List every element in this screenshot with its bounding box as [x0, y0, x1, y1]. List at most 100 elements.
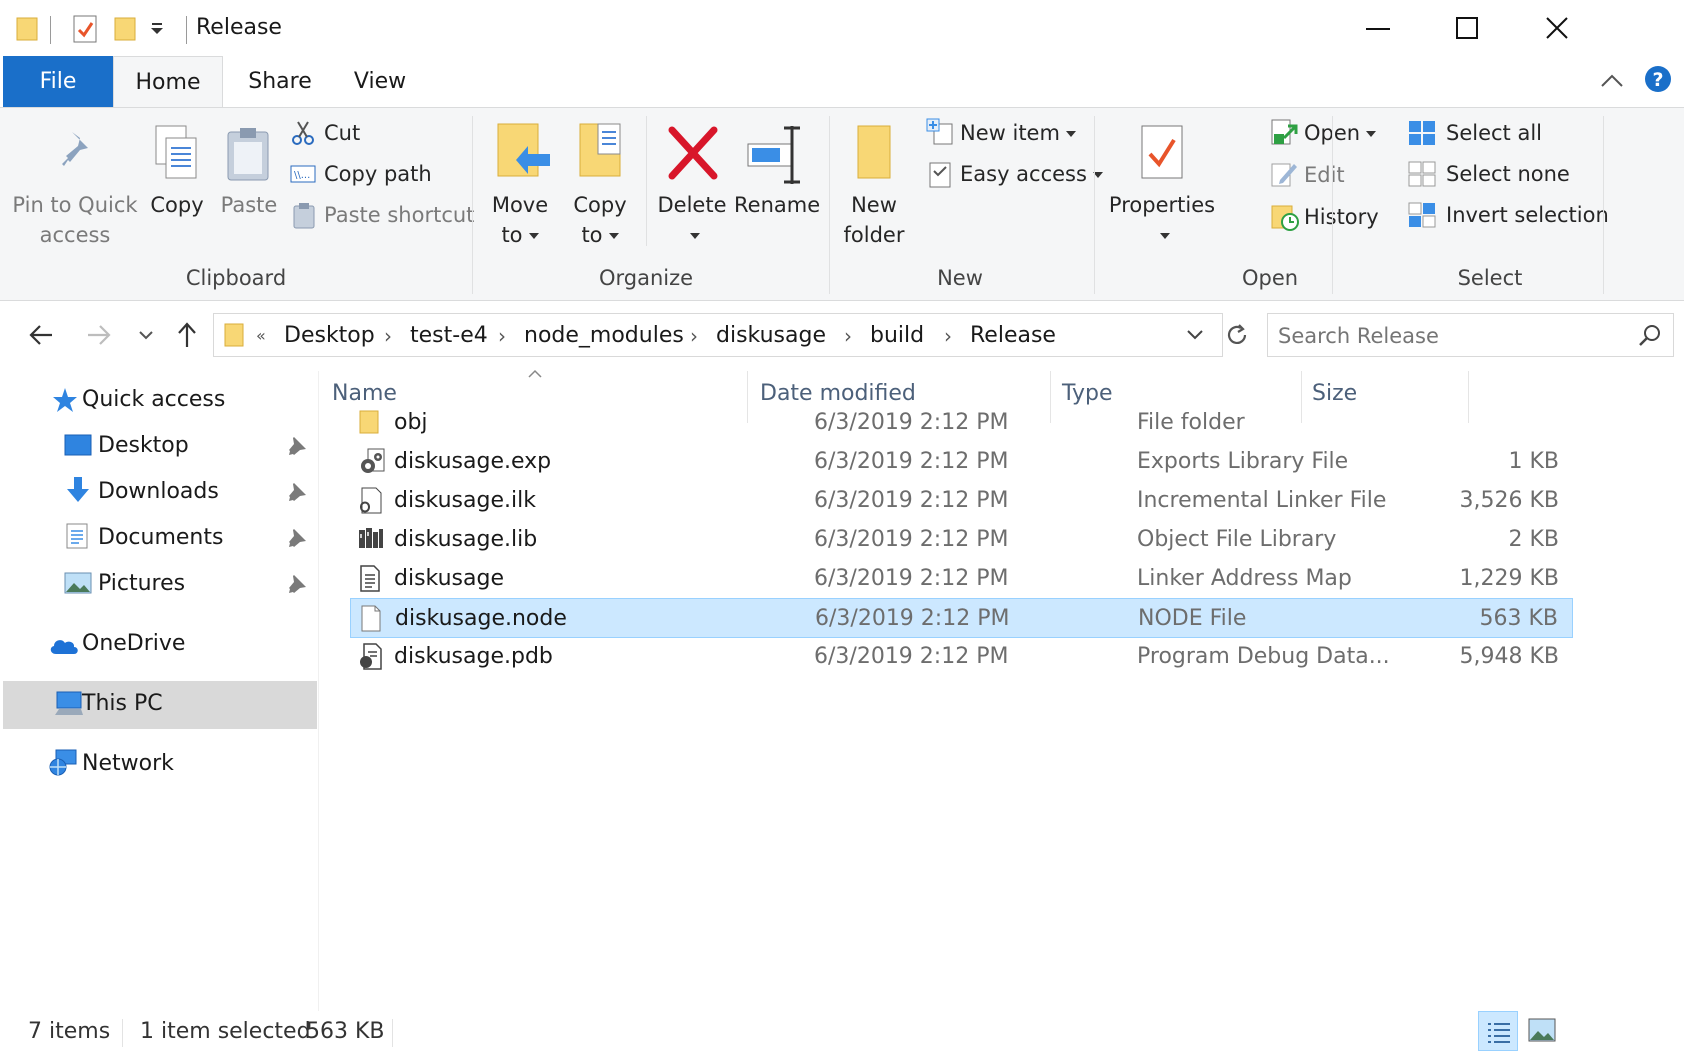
tab-view[interactable]: View — [335, 56, 425, 108]
folder-icon — [358, 409, 382, 435]
open-button[interactable]: Open — [1270, 118, 1377, 148]
paste-button[interactable]: Paste — [214, 120, 284, 220]
close-button[interactable] — [1516, 0, 1608, 56]
edit-button[interactable]: Edit — [1270, 160, 1345, 190]
chevron-down-icon — [528, 233, 539, 239]
pin-icon[interactable] — [288, 483, 306, 501]
paste-shortcut-button[interactable]: Paste shortcut — [290, 200, 474, 230]
properties-icon[interactable] — [72, 14, 98, 44]
file-name: diskusage.exp — [394, 449, 552, 474]
table-row[interactable]: diskusage.pdb 6/3/2019 2:12 PM Program D… — [350, 637, 1573, 677]
collapse-ribbon-icon[interactable] — [1600, 74, 1624, 88]
pin-icon[interactable] — [288, 437, 306, 455]
delete-button[interactable]: Delete — [654, 120, 730, 250]
nav-downloads[interactable]: Downloads — [0, 469, 314, 515]
file-name: diskusage.lib — [394, 527, 538, 552]
forward-icon[interactable] — [86, 323, 112, 347]
search-input[interactable] — [1276, 320, 1620, 352]
breadcrumb-build[interactable]: build — [870, 322, 924, 350]
file-date: 6/3/2019 2:12 PM — [815, 606, 1010, 631]
tab-file[interactable]: File — [3, 56, 113, 108]
file-size: 5,948 KB — [1459, 644, 1560, 669]
select-none-button[interactable]: Select none — [1408, 159, 1570, 189]
delete-label: Delete — [657, 193, 727, 217]
minimize-button[interactable] — [1332, 0, 1424, 56]
copy-button[interactable]: Copy — [142, 120, 212, 220]
file-name: diskusage — [394, 566, 504, 591]
breadcrumb-diskusage[interactable]: diskusage — [716, 322, 826, 350]
new-folder-icon[interactable] — [114, 16, 136, 42]
pin-to-quick-access-button[interactable]: Pin to Quick access — [10, 120, 140, 250]
pin-icon[interactable] — [288, 529, 306, 547]
search-icon[interactable] — [1638, 324, 1662, 348]
breadcrumb-desktop[interactable]: Desktop — [284, 322, 375, 350]
rename-button[interactable]: Rename — [734, 120, 820, 220]
details-view-button[interactable] — [1478, 1011, 1518, 1051]
nav-label: Downloads — [98, 479, 219, 504]
table-row[interactable]: diskusage.lib 6/3/2019 2:12 PM Object Fi… — [350, 520, 1573, 560]
select-none-label: Select none — [1446, 162, 1570, 186]
help-icon[interactable]: ? — [1644, 65, 1672, 93]
cut-button[interactable]: Cut — [290, 118, 360, 148]
group-separator — [1332, 116, 1333, 294]
nav-desktop[interactable]: Desktop — [0, 423, 314, 469]
overflow-breadcrumb[interactable]: « — [256, 322, 266, 350]
tab-home[interactable]: Home — [113, 56, 223, 108]
easy-access-button[interactable]: Easy access — [926, 159, 1103, 189]
scissors-icon — [290, 120, 316, 146]
table-row[interactable]: diskusage.ilk 6/3/2019 2:12 PM Increment… — [350, 481, 1573, 521]
history-button[interactable]: History — [1270, 202, 1379, 232]
copy-label: Copy — [150, 193, 204, 217]
up-icon[interactable] — [176, 321, 198, 349]
nav-documents[interactable]: Documents — [0, 515, 314, 561]
address-dropdown-icon[interactable] — [1186, 329, 1204, 341]
chevron-right-icon[interactable]: › — [690, 322, 698, 350]
select-all-label: Select all — [1446, 121, 1542, 145]
table-row[interactable]: obj 6/3/2019 2:12 PM File folder — [350, 403, 1573, 443]
chevron-right-icon[interactable]: › — [944, 322, 952, 350]
invert-selection-button[interactable]: Invert selection — [1408, 200, 1609, 230]
blank-file-icon — [359, 605, 383, 633]
new-item-button[interactable]: New item — [926, 118, 1076, 148]
search-box[interactable] — [1267, 313, 1674, 357]
address-bar[interactable]: « Desktop › test-e4 › node_modules › dis… — [213, 313, 1223, 357]
recent-locations-icon[interactable] — [138, 329, 154, 341]
large-icons-view-icon — [1528, 1018, 1556, 1044]
gear-file-icon — [358, 448, 386, 476]
pin-icon[interactable] — [288, 575, 306, 593]
network-icon — [48, 749, 78, 777]
new-folder-button[interactable]: New folder — [836, 120, 912, 250]
nav-network[interactable]: Network — [0, 741, 314, 787]
download-arrow-icon — [66, 477, 90, 503]
chevron-right-icon[interactable]: › — [384, 322, 392, 350]
file-list: Name Date modified Type Size obj 6/3/201… — [320, 369, 1684, 1011]
chevron-right-icon[interactable]: › — [498, 322, 506, 350]
paste-icon — [214, 120, 284, 190]
properties-button[interactable]: Properties — [1102, 120, 1222, 250]
customize-toolbar-icon[interactable] — [150, 22, 166, 36]
breadcrumb-release[interactable]: Release — [970, 322, 1056, 350]
table-row[interactable]: diskusage 6/3/2019 2:12 PM Linker Addres… — [350, 559, 1573, 599]
select-all-button[interactable]: Select all — [1408, 118, 1542, 148]
nav-onedrive[interactable]: OneDrive — [0, 621, 314, 667]
refresh-icon[interactable] — [1225, 323, 1249, 347]
maximize-button[interactable] — [1424, 0, 1516, 56]
chevron-right-icon[interactable]: › — [844, 322, 852, 350]
move-to-button[interactable]: Move to — [482, 120, 558, 250]
table-row[interactable]: diskusage.exp 6/3/2019 2:12 PM Exports L… — [350, 442, 1573, 482]
nav-pictures[interactable]: Pictures — [0, 561, 314, 607]
tab-share[interactable]: Share — [230, 56, 330, 108]
properties-label: Properties — [1108, 193, 1216, 217]
breadcrumb-test-e4[interactable]: test-e4 — [410, 322, 488, 350]
back-icon[interactable] — [28, 323, 54, 347]
copy-to-button[interactable]: Copy to — [562, 120, 638, 250]
nav-quick-access[interactable]: Quick access — [0, 377, 314, 423]
pane-divider[interactable] — [318, 371, 319, 1011]
file-date: 6/3/2019 2:12 PM — [814, 410, 1009, 435]
nav-this-pc[interactable]: This PC — [3, 681, 317, 729]
breadcrumb-node-modules[interactable]: node_modules — [524, 322, 684, 350]
copy-path-button[interactable]: \\... Copy path — [290, 159, 432, 189]
edit-icon — [1270, 160, 1298, 188]
table-row[interactable]: diskusage.node 6/3/2019 2:12 PM NODE Fil… — [350, 598, 1573, 638]
large-icons-view-button[interactable] — [1528, 1018, 1556, 1044]
